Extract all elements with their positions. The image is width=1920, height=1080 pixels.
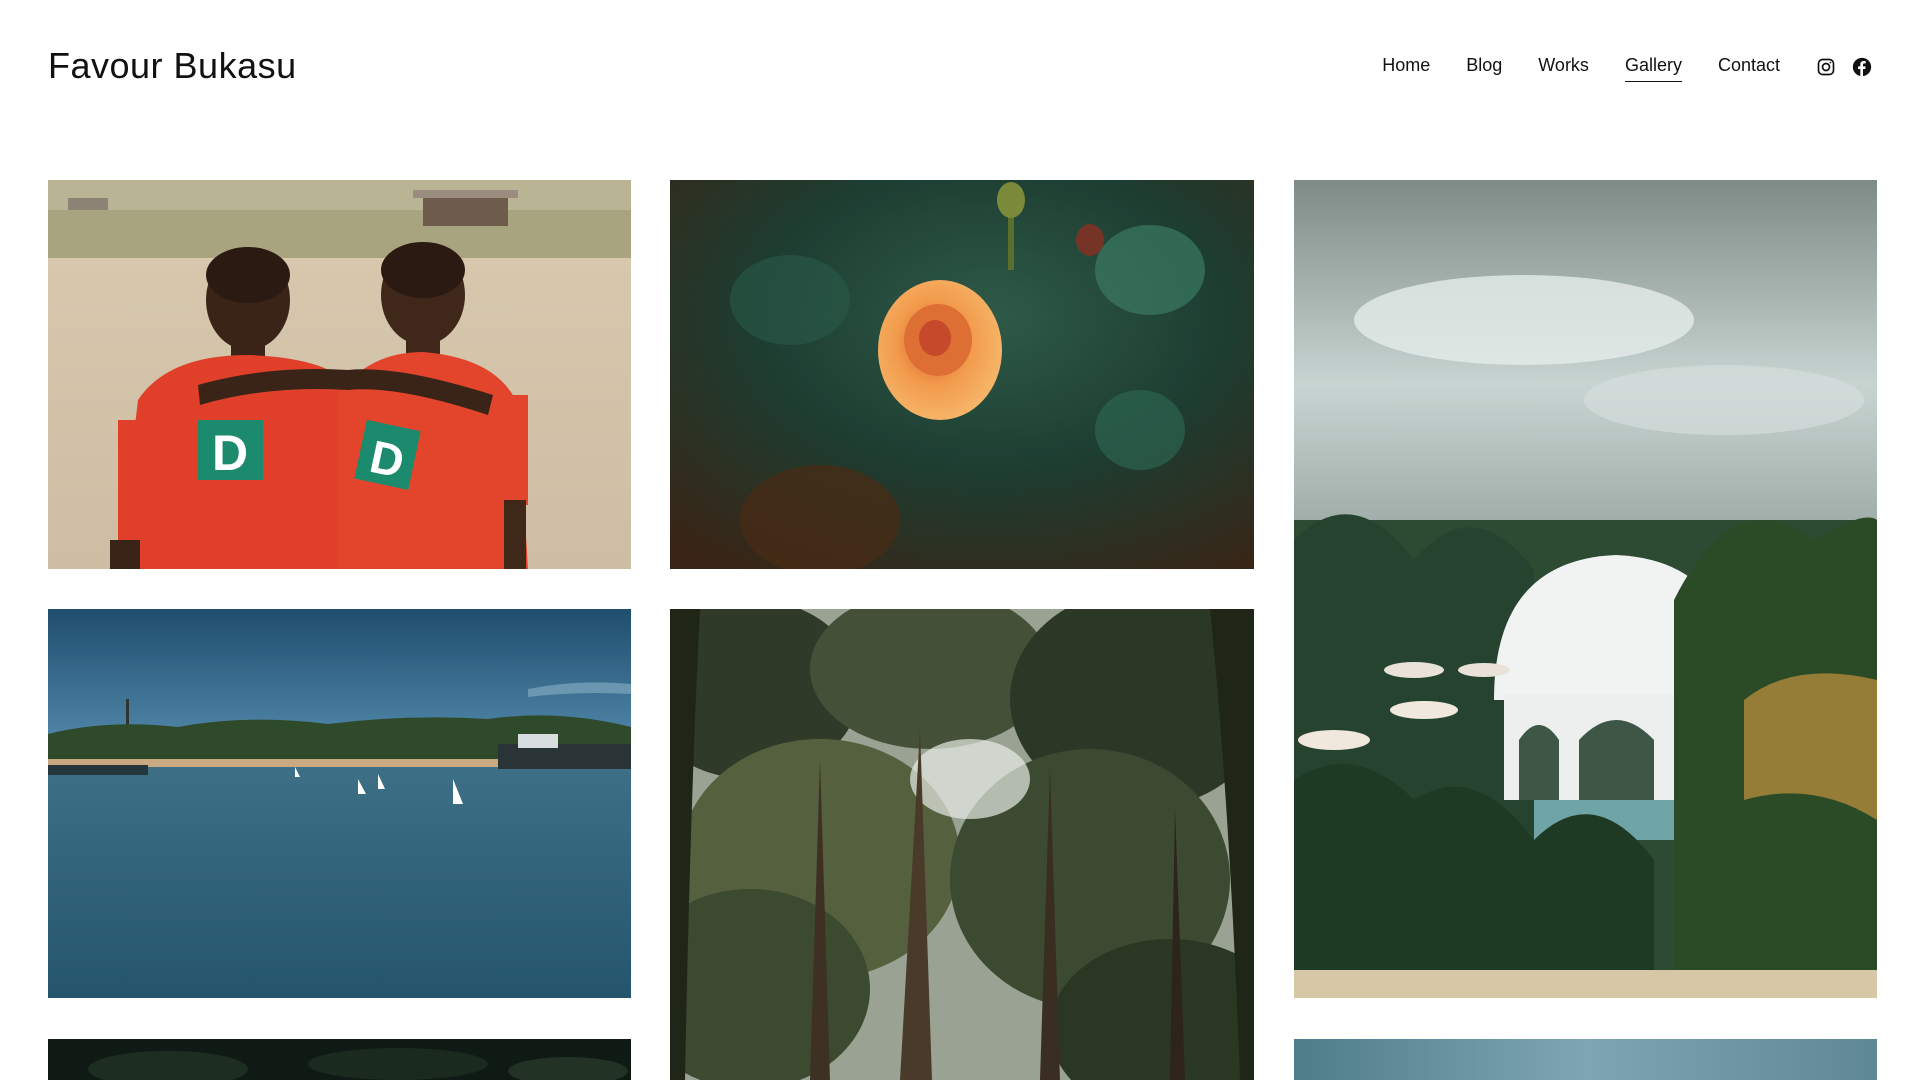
photo-two-boys-red-jerseys[interactable]: D D: [48, 180, 631, 569]
svg-text:D: D: [212, 425, 248, 481]
photo-coastline-sky[interactable]: [1294, 1039, 1877, 1080]
photo-harbor-sailboats[interactable]: [48, 609, 631, 998]
photo-forest-canopy[interactable]: [670, 609, 1254, 1080]
photo-gallery: D D: [0, 0, 1920, 1080]
photo-white-dome-resort[interactable]: [1294, 180, 1877, 998]
photo-orange-rose[interactable]: [670, 180, 1254, 569]
photo-dark-foliage[interactable]: [48, 1039, 631, 1080]
